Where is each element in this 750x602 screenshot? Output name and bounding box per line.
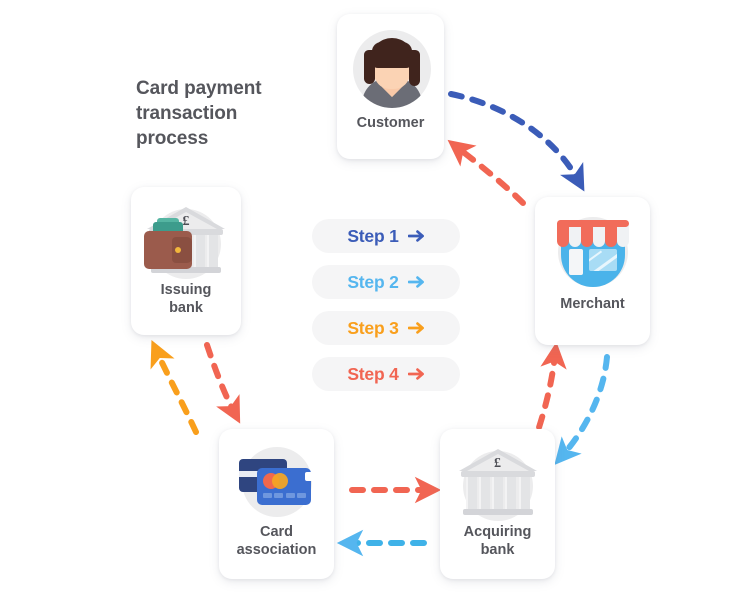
node-issuing-bank-label-line1: Issuing xyxy=(160,282,212,298)
legend-step-1[interactable]: Step 1 xyxy=(312,219,460,253)
node-card-association-label: Card association xyxy=(219,523,334,559)
currency-symbol: £ xyxy=(182,214,190,229)
node-acquiring-bank-label-line2: bank xyxy=(480,542,515,558)
arrow-customer-to-merchant xyxy=(448,91,585,192)
shop-storefront-icon xyxy=(547,211,639,295)
arrow-right-icon xyxy=(407,275,425,289)
arrow-merchant-to-acquiring xyxy=(554,354,610,465)
node-acquiring-bank-label: Acquiring bank xyxy=(440,523,555,559)
node-card-association[interactable]: Card association xyxy=(219,429,334,579)
arrow-issuing-to-cardassoc xyxy=(204,342,241,424)
node-issuing-bank-label: Issuing bank xyxy=(131,281,241,317)
legend-step-2[interactable]: Step 2 xyxy=(312,265,460,299)
bank-building-wallet-icon: £ xyxy=(143,201,229,281)
node-issuing-bank[interactable]: £ Issuing bank xyxy=(131,187,241,335)
node-issuing-bank-label-line2: bank xyxy=(169,300,203,316)
node-acquiring-bank-label-line1: Acquiring xyxy=(463,524,532,540)
legend-step-2-label: Step 2 xyxy=(347,271,399,292)
node-merchant-label: Merchant xyxy=(560,296,625,312)
credit-cards-icon xyxy=(231,443,323,523)
diagram-canvas: Card payment transaction process Custome… xyxy=(0,0,750,602)
legend-step-4[interactable]: Step 4 xyxy=(312,357,460,391)
arrow-merchant-to-customer xyxy=(447,139,526,206)
arrow-right-icon xyxy=(407,321,425,335)
node-acquiring-bank[interactable]: £ Acquiring bank xyxy=(440,429,555,579)
currency-symbol: £ xyxy=(494,456,501,471)
node-card-association-label-line1: Card xyxy=(259,524,294,540)
node-merchant[interactable]: Merchant xyxy=(535,197,650,345)
arrow-cardassoc-to-issuing xyxy=(150,340,199,435)
node-customer-label: Customer xyxy=(356,115,425,131)
node-customer[interactable]: Customer xyxy=(337,14,444,159)
node-card-association-label-line2: association xyxy=(236,542,317,558)
bank-building-icon: £ xyxy=(455,443,541,523)
legend-step-3-label: Step 3 xyxy=(347,317,399,338)
person-avatar-icon xyxy=(348,28,434,114)
legend-step-1-label: Step 1 xyxy=(347,225,399,246)
legend-step-3[interactable]: Step 3 xyxy=(312,311,460,345)
step-legend: Step 1 Step 2 Step 3 Step 4 xyxy=(312,219,460,403)
arrow-right-icon xyxy=(407,229,425,243)
legend-step-4-label: Step 4 xyxy=(347,363,399,384)
arrow-right-icon xyxy=(407,367,425,381)
